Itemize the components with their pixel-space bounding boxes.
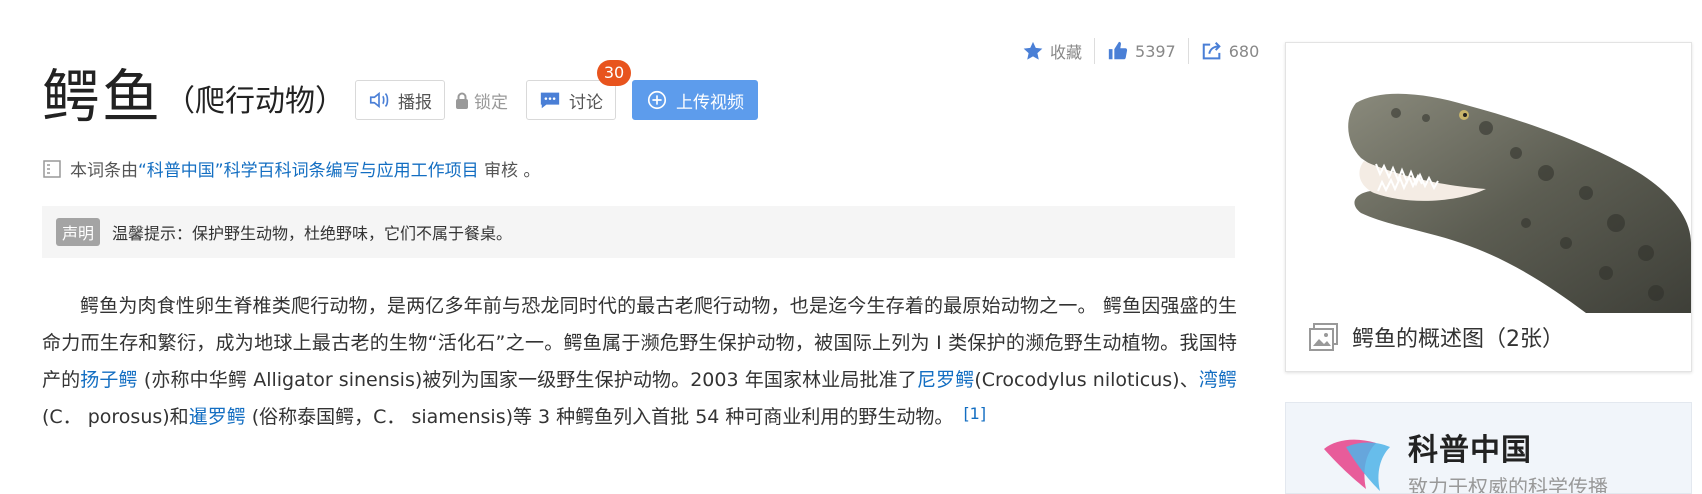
top-actions: 收藏 5397 680 (1010, 38, 1271, 64)
review-line: 本词条由“科普中国”科学百科词条编写与应用工作项目 审核 。 (42, 156, 540, 181)
star-icon (1023, 41, 1043, 60)
link-siamese-crocodile[interactable]: 暹罗鳄 (189, 406, 246, 428)
summary-text: (C． porosus)和 (42, 406, 189, 428)
lock-label: 锁定 (474, 93, 508, 113)
broadcast-button[interactable]: 播报 (355, 80, 445, 120)
summary-paragraph: 鳄鱼为肉食性卵生脊椎类爬行动物，是两亿多年前与恐龙同时代的最古老爬行动物，也是迄… (42, 288, 1237, 436)
image-caption[interactable]: 鳄鱼的概述图（2张） (1308, 321, 1564, 353)
share-icon (1202, 42, 1221, 60)
link-saltwater-crocodile[interactable]: 湾鳄 (1199, 369, 1237, 391)
notice-tag: 声明 (56, 218, 101, 246)
brand-name: 科普中国 (1408, 433, 1532, 468)
notice-text: 温馨提示：保护野生动物，杜绝野味，它们不属于餐桌。 (112, 224, 513, 243)
discuss-count-badge: 30 (597, 60, 631, 86)
notice-box: 声明 温馨提示：保护野生动物，杜绝野味，它们不属于餐桌。 (42, 206, 1235, 258)
summary-text: (俗称泰国鳄，C． siamensis)等 3 种鳄鱼列入首批 54 种可商业利… (245, 406, 954, 428)
share-count: 680 (1228, 41, 1260, 61)
reference-link[interactable]: [1] (963, 404, 986, 423)
thumbs-up-icon (1108, 41, 1128, 60)
brand-slogan: 致力于权威的科学传播 (1408, 475, 1608, 494)
summary-text: (亦称中华鳄 Alligator sinensis)被列为国家一级野生保护动物。… (137, 369, 917, 391)
favorite-label: 收藏 (1050, 43, 1083, 62)
review-prefix: 本词条由 (70, 161, 138, 181)
lock-status: 锁定 (455, 88, 508, 113)
upload-video-button[interactable]: 上传视频 (632, 80, 758, 120)
crocodile-image (1348, 93, 1691, 313)
like-button[interactable]: 5397 (1095, 40, 1188, 62)
lock-icon (456, 92, 468, 109)
upload-video-label: 上传视频 (676, 92, 744, 113)
chat-icon (540, 92, 560, 109)
plus-circle-icon (647, 90, 667, 110)
discuss-label: 讨论 (569, 92, 603, 113)
link-nile-crocodile[interactable]: 尼罗鳄 (917, 369, 974, 391)
share-button[interactable]: 680 (1189, 40, 1272, 62)
document-icon (43, 159, 61, 178)
kepu-china-card[interactable]: 科普中国 致力于权威的科学传播 (1285, 402, 1692, 494)
page-title: 鳄鱼 (42, 63, 163, 131)
broadcast-label: 播报 (398, 92, 432, 113)
review-suffix: 审核 。 (478, 161, 541, 181)
speaker-icon (369, 91, 389, 109)
summary-image-card[interactable]: 鳄鱼的概述图（2张） (1285, 42, 1692, 372)
image-caption-label: 鳄鱼的概述图（2张） (1352, 327, 1564, 352)
gallery-icon (1309, 323, 1338, 351)
like-count: 5397 (1135, 41, 1176, 61)
page-subtitle: （爬行动物） (165, 84, 345, 119)
kepu-logo-icon (1324, 439, 1390, 491)
review-project-link[interactable]: “科普中国”科学百科词条编写与应用工作项目 (138, 161, 479, 181)
summary-text: (Crocodylus niloticus)、 (974, 369, 1199, 391)
discuss-button[interactable]: 讨论 (526, 80, 616, 120)
favorite-button[interactable]: 收藏 (1010, 39, 1094, 63)
link-yangtze-alligator[interactable]: 扬子鳄 (80, 369, 137, 391)
